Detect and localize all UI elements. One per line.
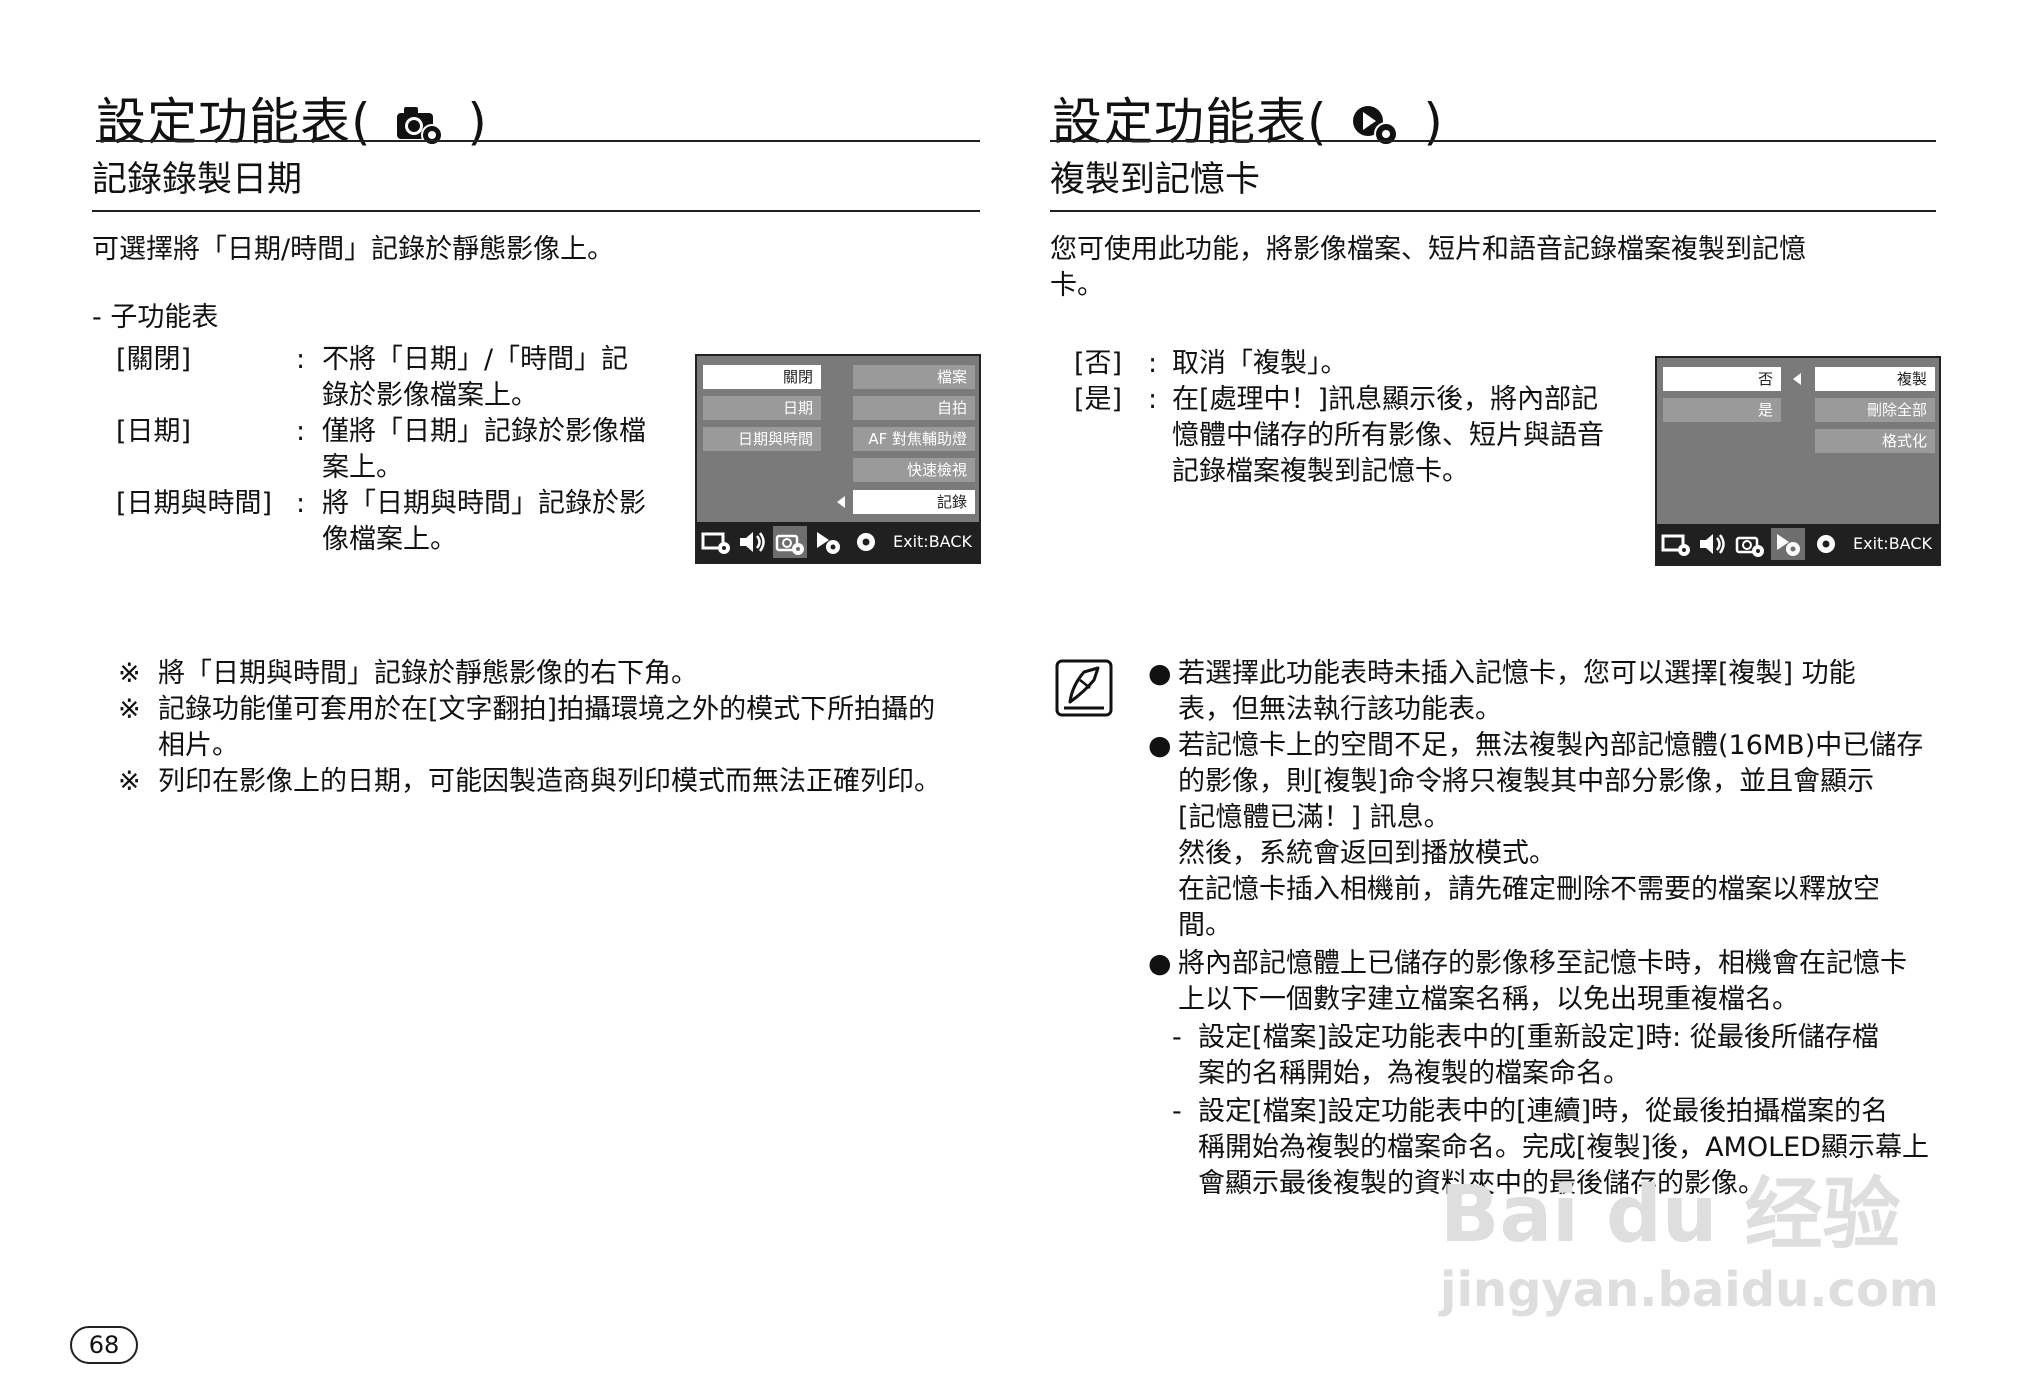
page-number: 68 xyxy=(70,1326,138,1364)
screen-item-yes: 是 xyxy=(1663,398,1781,422)
settings-gear-icon xyxy=(1817,535,1835,553)
dash-1-line1: 設定[檔案]設定功能表中的[重新設定]時: 從最後所儲存檔 xyxy=(1198,1022,1879,1053)
screen-menu-delete-all: 刪除全部 xyxy=(1815,398,1935,422)
note-3-line1: 列印在影像上的日期，可能因製造商與列印模式而無法正確列印。 xyxy=(158,766,941,797)
watermark-brand: Bai du 经验 xyxy=(1440,1170,1901,1260)
note-mark-2: ※ xyxy=(118,694,141,725)
speaker-icon xyxy=(740,532,765,552)
dash-1-line2: 案的名稱開始，為複製的檔案命名。 xyxy=(1198,1058,1630,1089)
settings-gear-icon xyxy=(857,533,875,551)
left-title-prefix: 設定功能表( xyxy=(96,93,372,151)
option-desc-date-line1: 僅將「日期」記錄於影像檔 xyxy=(322,416,646,447)
screen-item-date: 日期 xyxy=(703,396,821,420)
left-subtitle-rule xyxy=(92,210,980,212)
option-desc-off-line1: 不將「日期」/「時間」記 xyxy=(322,344,629,375)
right-title-rule xyxy=(1050,140,1936,142)
right-intro-line1: 您可使用此功能，將影像檔案、短片和語音記錄檔案複製到記憶 xyxy=(1050,234,1806,265)
left-title-rule xyxy=(96,140,980,142)
right-title-suffix: ) xyxy=(1423,93,1444,151)
option-key-no: [否] xyxy=(1074,348,1123,379)
dash-2-line1: 設定[檔案]設定功能表中的[連續]時，從最後拍攝檔案的名 xyxy=(1198,1096,1889,1127)
screen-menu-file: 檔案 xyxy=(853,365,975,389)
bullet-2-line3: [記憶體已滿！] 訊息。 xyxy=(1178,802,1451,833)
option-desc-datetime-line2: 像檔案上。 xyxy=(322,524,457,555)
right-section-subtitle: 複製到記憶卡 xyxy=(1050,160,1261,200)
dash-2-line2: 稱開始為複製的檔案命名。完成[複製]後，AMOLED顯示幕上 xyxy=(1198,1132,1929,1163)
screen-menu-record: 記錄 xyxy=(853,490,975,514)
screen-menu-selftimer: 自拍 xyxy=(853,396,975,420)
bullet-2-line6: 間。 xyxy=(1178,910,1232,941)
option-desc-yes-line2: 憶體中儲存的所有影像、短片與語音 xyxy=(1172,420,1604,451)
camera-gear-tab-icon xyxy=(773,526,807,558)
bullet-mark-2: ● xyxy=(1148,730,1172,761)
option-sep-yes: : xyxy=(1148,384,1158,415)
note-2-line1: 記錄功能僅可套用於在[文字翻拍]拍攝環境之外的模式下所拍攝的 xyxy=(158,694,936,725)
left-intro: 可選擇將「日期/時間」記錄於靜態影像上。 xyxy=(92,234,615,265)
bullet-2-line5: 在記憶卡插入相機前，請先確定刪除不需要的檔案以釋放空 xyxy=(1178,874,1880,905)
option-sep-no: : xyxy=(1148,348,1158,379)
option-sep-datetime: : xyxy=(296,488,306,519)
watermark-url: jingyan.baidu.com xyxy=(1440,1262,1939,1318)
bullet-1-line1: 若選擇此功能表時未插入記憶卡，您可以選擇[複製] 功能 xyxy=(1178,658,1856,689)
screen-menu-format: 格式化 xyxy=(1815,429,1935,453)
left-page-title: 設定功能表( ) xyxy=(96,92,488,152)
bullet-mark-3: ● xyxy=(1148,948,1172,979)
screen-item-datetime: 日期與時間 xyxy=(703,427,821,451)
bullet-3-line1: 將內部記憶體上已儲存的影像移至記憶卡時，相機會在記憶卡 xyxy=(1178,948,1907,979)
screen-exit-label: Exit:BACK xyxy=(893,532,972,551)
speaker-icon xyxy=(1700,534,1725,554)
playback-gear-tab-icon xyxy=(817,532,840,554)
option-desc-date-line2: 案上。 xyxy=(322,452,403,483)
option-key-off: [關閉] xyxy=(116,344,192,375)
left-section-subtitle: 記錄錄製日期 xyxy=(92,160,303,200)
dash-mark-1: - xyxy=(1172,1022,1182,1053)
screen-item-off: 關閉 xyxy=(703,365,821,389)
option-desc-datetime-line1: 將「日期與時間」記錄於影 xyxy=(322,488,646,519)
note-pencil-icon xyxy=(1055,659,1113,717)
option-key-datetime: [日期與時間] xyxy=(116,488,273,519)
display-gear-icon xyxy=(1661,534,1690,556)
bullet-2-line1: 若記憶卡上的空間不足，無法複製內部記憶體(16MB)中已儲存 xyxy=(1178,730,1924,761)
camera-gear-tab-icon xyxy=(1735,536,1764,557)
display-gear-icon xyxy=(701,532,730,554)
screen-arrow-left-icon xyxy=(837,496,845,508)
screen-menu-quickview: 快速檢視 xyxy=(853,458,975,482)
option-desc-no: 取消「複製」。 xyxy=(1172,348,1348,379)
option-sep-off: : xyxy=(296,344,306,375)
screen-menu-copy: 複製 xyxy=(1815,367,1935,391)
note-mark-1: ※ xyxy=(118,658,141,689)
option-key-date: [日期] xyxy=(116,416,192,447)
screen-tab-bar: Exit:BACK xyxy=(1657,524,1939,564)
screen-menu-af-lamp: AF 對焦輔助燈 xyxy=(853,427,975,451)
option-sep-date: : xyxy=(296,416,306,447)
screen-arrow-left-icon xyxy=(1793,373,1801,385)
bullet-2-line2: 的影像，則[複製]命令將只複製其中部分影像，並且會顯示 xyxy=(1178,766,1875,797)
camera-screen-record-date: 關閉 日期 日期與時間 檔案 自拍 AF 對焦輔助燈 快速檢視 記錄 Exit:… xyxy=(695,354,981,564)
option-desc-yes-line3: 記錄檔案複製到記憶卡。 xyxy=(1172,456,1469,487)
option-desc-off-line2: 錄於影像檔案上。 xyxy=(322,380,538,411)
bullet-2-line4: 然後，系統會返回到播放模式。 xyxy=(1178,838,1556,869)
screen-tab-bar: Exit:BACK xyxy=(697,522,979,562)
bullet-mark-1: ● xyxy=(1148,658,1172,689)
right-intro-line2: 卡。 xyxy=(1050,270,1104,301)
option-desc-yes-line1: 在[處理中！]訊息顯示後，將內部記 xyxy=(1172,384,1599,415)
submenu-heading: - 子功能表 xyxy=(92,302,219,333)
bullet-3-line2: 上以下一個數字建立檔案名稱，以免出現重複檔名。 xyxy=(1178,984,1799,1015)
right-title-prefix: 設定功能表( xyxy=(1052,93,1328,151)
right-subtitle-rule xyxy=(1050,210,1936,212)
left-title-suffix: ) xyxy=(467,93,488,151)
screen-item-no: 否 xyxy=(1663,367,1781,391)
playback-gear-tab-icon xyxy=(1771,528,1805,560)
screen-exit-label: Exit:BACK xyxy=(1853,534,1932,553)
dash-mark-2: - xyxy=(1172,1096,1182,1127)
option-key-yes: [是] xyxy=(1074,384,1123,415)
note-1-line1: 將「日期與時間」記錄於靜態影像的右下角。 xyxy=(158,658,698,689)
note-mark-3: ※ xyxy=(118,766,141,797)
camera-screen-copy-to-card: 否 是 複製 刪除全部 格式化 Exit:BACK xyxy=(1655,356,1941,566)
right-page-title: 設定功能表( ) xyxy=(1052,92,1444,152)
bullet-1-line2: 表，但無法執行該功能表。 xyxy=(1178,694,1502,725)
note-2-line2: 相片。 xyxy=(158,730,239,761)
